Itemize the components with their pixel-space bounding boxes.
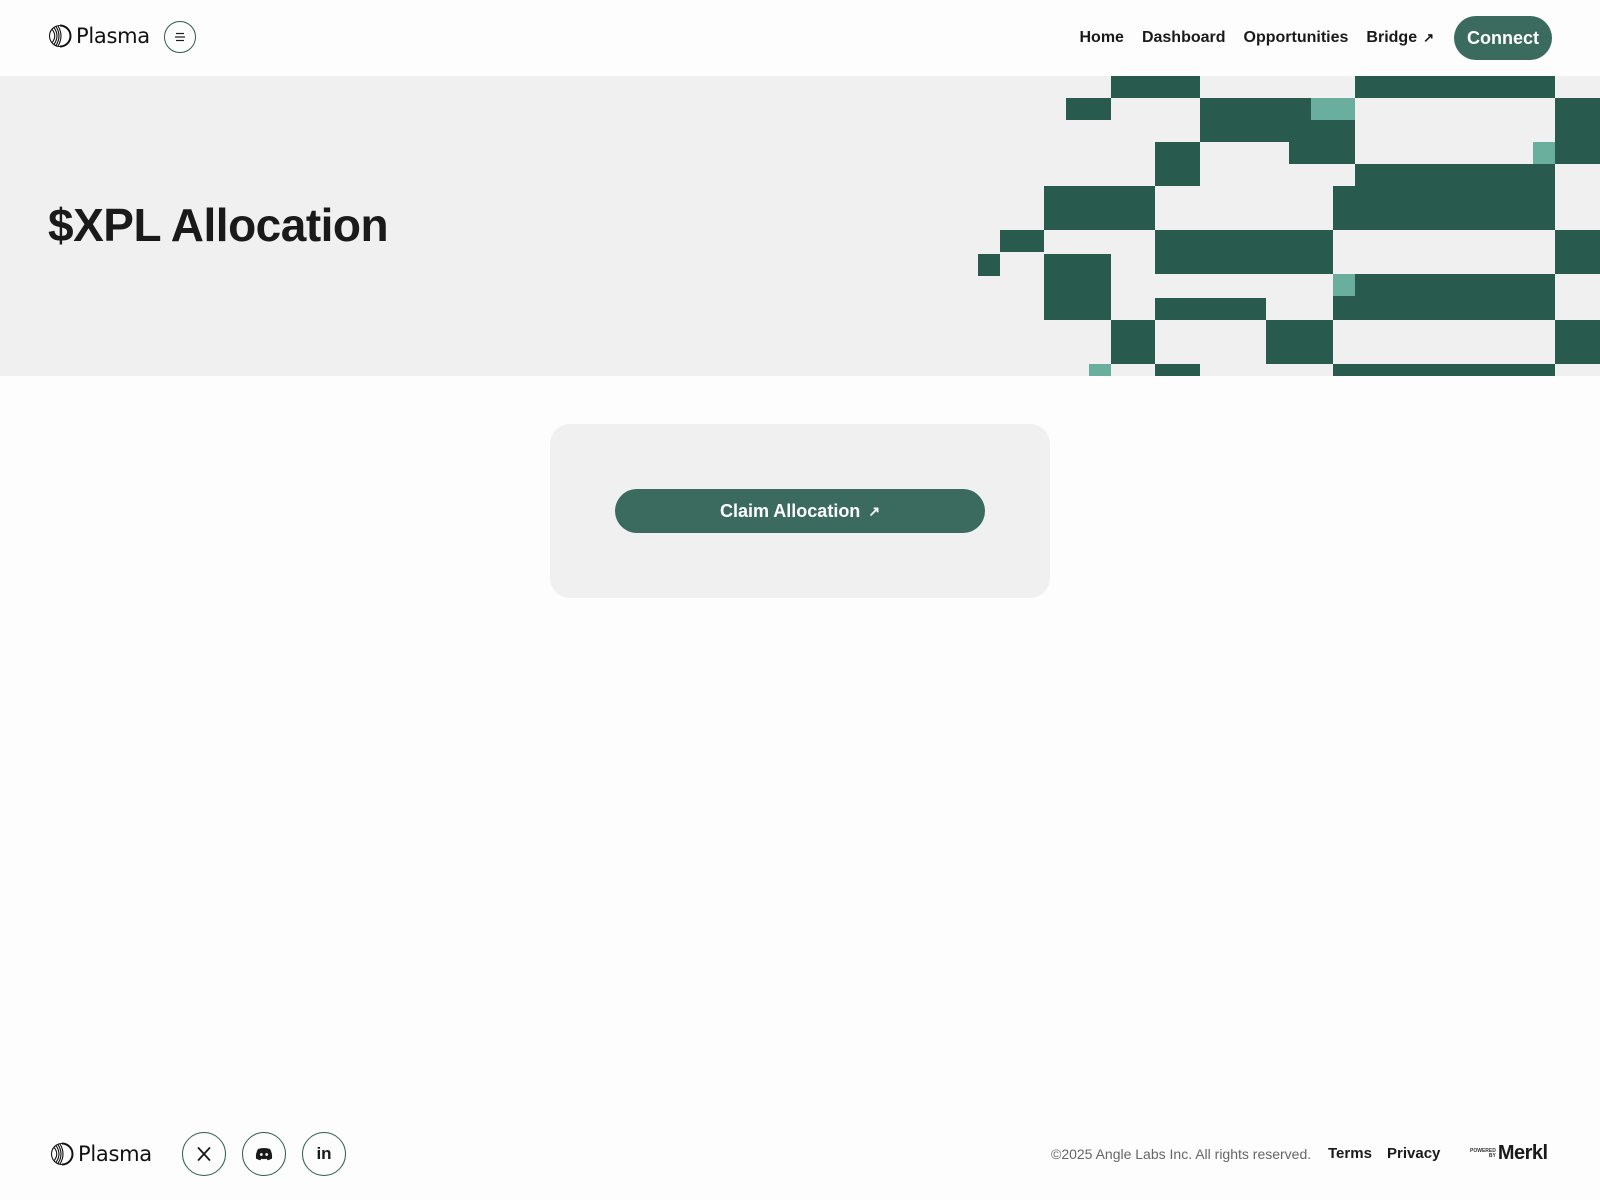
nav-home-label: Home [1079, 29, 1124, 46]
external-link-icon: ↗ [868, 502, 881, 519]
powered-by-label: POWERED BY [1470, 1148, 1496, 1159]
discord-icon [255, 1148, 273, 1161]
connect-button[interactable]: Connect [1454, 16, 1552, 60]
plasma-logo[interactable]: Plasma [48, 24, 150, 48]
powered-line-2: BY [1488, 1152, 1496, 1159]
brand-name: Plasma [76, 24, 150, 48]
header: Plasma Home Dashboard Opportunities Brid… [0, 0, 1600, 76]
discord-link[interactable] [242, 1132, 286, 1176]
plasma-logo-icon [50, 1142, 74, 1166]
terms-link[interactable]: Terms [1328, 1145, 1372, 1162]
nav-opportunities[interactable]: Opportunities [1244, 29, 1349, 47]
nav-opportunities-label: Opportunities [1243, 29, 1349, 46]
hero-banner: $XPL Allocation [0, 76, 1600, 376]
linkedin-link[interactable]: in [302, 1132, 346, 1176]
external-link-icon: ↗ [1423, 30, 1434, 45]
footer: Plasma in ©2025 Angle Labs Inc. All righ… [0, 1110, 1600, 1200]
claim-allocation-button[interactable]: Claim Allocation ↗ [615, 489, 985, 533]
nav-bridge-label: Bridge [1366, 29, 1418, 46]
copyright-text: ©2025 Angle Labs Inc. All rights reserve… [1051, 1146, 1312, 1162]
main-nav: Home Dashboard Opportunities Bridge ↗ Con… [1080, 16, 1552, 60]
plasma-logo-icon [48, 24, 72, 48]
nav-home[interactable]: Home [1080, 29, 1124, 47]
merkl-logo: Merkl [1497, 1142, 1548, 1164]
claim-card: Claim Allocation ↗ [550, 424, 1050, 598]
page-title: $XPL Allocation [48, 199, 389, 251]
footer-plasma-logo[interactable]: Plasma [50, 1142, 152, 1166]
nav-bridge[interactable]: Bridge ↗ [1366, 29, 1434, 47]
menu-button[interactable] [164, 21, 196, 53]
x-icon [197, 1147, 211, 1161]
nav-dashboard[interactable]: Dashboard [1142, 29, 1226, 47]
x-link[interactable] [182, 1132, 226, 1176]
menu-icon [175, 32, 185, 42]
powered-by-merkl[interactable]: POWERED BY Merkl [1470, 1142, 1548, 1165]
linkedin-icon: in [316, 1144, 332, 1163]
footer-brand-name: Plasma [78, 1142, 152, 1166]
nav-dashboard-label: Dashboard [1141, 29, 1226, 46]
claim-allocation-label: Claim Allocation [719, 500, 861, 521]
privacy-link[interactable]: Privacy [1387, 1145, 1440, 1162]
